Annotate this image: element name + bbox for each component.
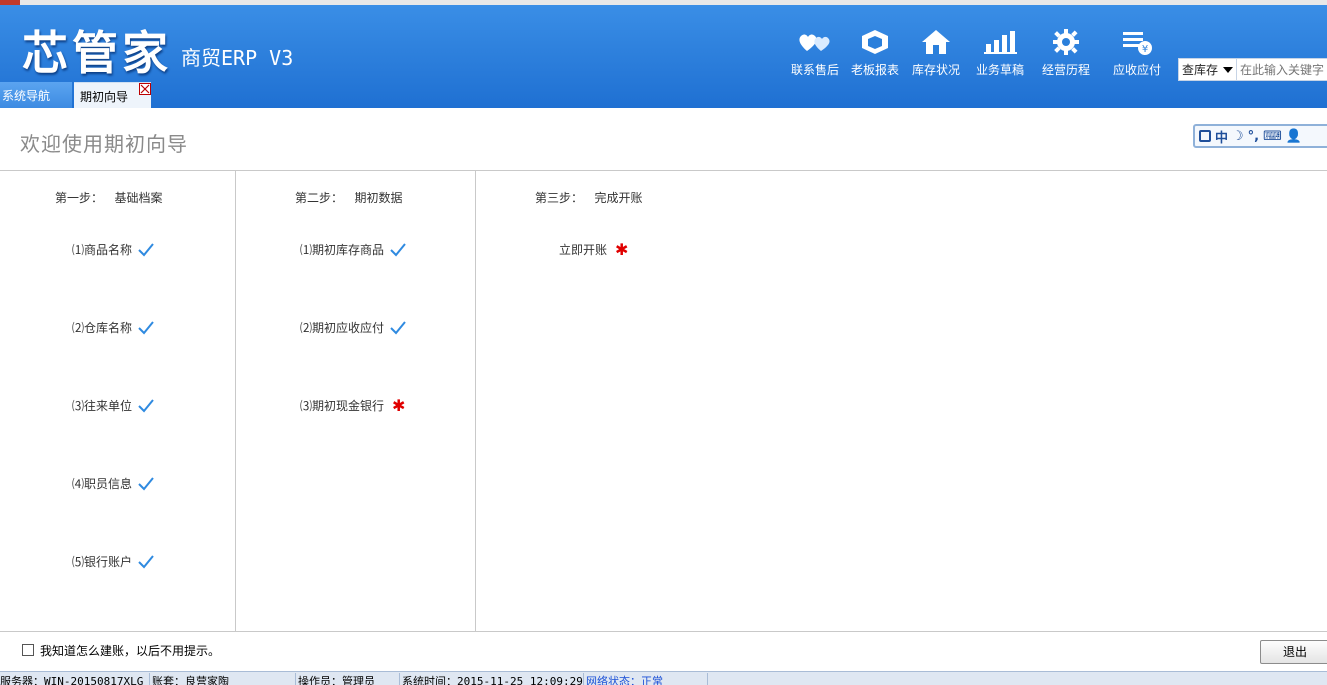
nav-boss-report[interactable]: 老板报表 <box>845 29 905 78</box>
step-two-title: 第二步： 期初数据 <box>295 191 403 205</box>
step-item-bank-accounts[interactable]: ⑸银行账户 <box>72 553 154 570</box>
step-item-label: ⑸银行账户 <box>72 555 133 569</box>
page-title: 欢迎使用期初向导 <box>20 132 188 156</box>
checkmark-icon <box>138 320 154 334</box>
nav-label: 经营历程 <box>1041 63 1090 77</box>
tab-system-navigation[interactable]: 系统导航 <box>0 82 72 108</box>
nav-inventory-status[interactable]: 库存状况 <box>906 29 966 78</box>
ime-logo-icon <box>1199 130 1211 142</box>
nav-business-drafts[interactable]: 业务草稿 <box>970 29 1030 78</box>
keyboard-icon: ⌨ <box>1263 128 1282 144</box>
status-network: 网络状态：正常 <box>586 673 708 685</box>
search-type-select[interactable]: 查库存 <box>1179 59 1237 80</box>
step-item-label: ⑷职员信息 <box>72 477 133 491</box>
app-subtitle: 商贸ERP V3 <box>181 46 294 70</box>
house-icon <box>922 30 950 54</box>
hearts-icon <box>799 34 830 51</box>
search-type-value: 查库存 <box>1182 63 1219 77</box>
required-asterisk-icon: ✱ <box>615 239 629 259</box>
step-item-label: ⑵仓库名称 <box>72 321 133 335</box>
nav-receivables-payables[interactable]: ¥ 应收应付 <box>1107 29 1167 78</box>
status-server: 服务器：WIN-20150817XLG <box>0 673 150 685</box>
step-item-opening-cash-bank[interactable]: ⑶期初现金银行 ✱ <box>300 397 405 414</box>
checkmark-icon <box>138 398 154 412</box>
step-item-label: 立即开账 <box>559 243 608 257</box>
ime-toolbar[interactable]: 中 ☽ °, ⌨ 👤 <box>1193 124 1327 148</box>
nav-label: 应收应付 <box>1112 63 1161 77</box>
step-item-staff-info[interactable]: ⑷职员信息 <box>72 475 154 492</box>
search-bar: 查库存 <box>1178 58 1327 81</box>
app-logo: 芯管家 <box>22 26 172 80</box>
checkmark-icon <box>390 320 406 334</box>
checkmark-icon <box>138 476 154 490</box>
close-tab-icon[interactable] <box>139 83 151 95</box>
status-bar: 服务器：WIN-20150817XLG 账套：良营家陶 操作员：管理员 系统时间… <box>0 671 1327 685</box>
nav-label: 联系售后 <box>790 63 839 77</box>
step-item-product-names[interactable]: ⑴商品名称 <box>72 241 154 258</box>
nav-label: 老板报表 <box>850 63 899 77</box>
status-account: 账套：良营家陶 <box>152 673 296 685</box>
step-item-label: ⑴商品名称 <box>72 243 133 257</box>
step-two-column: 第二步： 期初数据 ⑴期初库存商品 ⑵期初应收应付 ⑶期初现金银行 ✱ <box>236 171 476 631</box>
step-item-opening-receivables[interactable]: ⑵期初应收应付 <box>300 319 406 336</box>
ledger-icon: ¥ <box>1123 32 1152 55</box>
punctuation-icon: °, <box>1247 128 1260 144</box>
dont-show-again-checkbox[interactable] <box>22 644 34 656</box>
moon-icon: ☽ <box>1232 128 1244 144</box>
cube-icon <box>862 30 888 54</box>
step-one-title: 第一步： 基础档案 <box>55 191 163 205</box>
page-header: 欢迎使用期初向导 中 ☽ °, ⌨ 👤 <box>0 108 1327 171</box>
step-item-label: ⑴期初库存商品 <box>300 243 385 257</box>
required-asterisk-icon: ✱ <box>392 395 406 415</box>
footer-bar: 我知道怎么建账，以后不用提示。 退出 <box>0 631 1327 671</box>
exit-button[interactable]: 退出 <box>1260 640 1327 664</box>
gear-icon <box>1053 29 1079 55</box>
checkmark-icon <box>138 242 154 256</box>
step-item-warehouse-names[interactable]: ⑵仓库名称 <box>72 319 154 336</box>
dont-show-again-label: 我知道怎么建账，以后不用提示。 <box>40 644 221 658</box>
ime-language: 中 <box>1215 130 1229 146</box>
step-item-opening-inventory[interactable]: ⑴期初库存商品 <box>300 241 406 258</box>
step-three-title: 第三步： 完成开账 <box>535 191 643 205</box>
svg-text:¥: ¥ <box>1142 44 1148 55</box>
nav-label: 业务草稿 <box>975 63 1024 77</box>
bars-icon <box>984 31 1017 54</box>
search-input[interactable] <box>1237 59 1327 80</box>
step-item-label: ⑵期初应收应付 <box>300 321 385 335</box>
open-accounts-now-link[interactable]: 立即开账 ✱ <box>559 241 628 258</box>
checkmark-icon <box>138 554 154 568</box>
dropdown-arrow-icon <box>1223 67 1233 73</box>
nav-operation-history[interactable]: 经营历程 <box>1036 29 1096 78</box>
step-one-column: 第一步： 基础档案 ⑴商品名称 ⑵仓库名称 ⑶往来单位 ⑷职员信息 ⑸银行账户 <box>0 171 236 631</box>
step-three-column: 第三步： 完成开账 立即开账 ✱ <box>476 171 1327 631</box>
status-system-time: 系统时间：2015-11-25 12:09:29 <box>402 673 584 685</box>
nav-contact-support[interactable]: 联系售后 <box>785 29 845 78</box>
app-header: 芯管家 商贸ERP V3 联系售后 老板报表 库存状况 业务草稿 经营历程 ¥ … <box>0 5 1327 108</box>
status-operator: 操作员：管理员 <box>298 673 400 685</box>
user-icon: 👤 <box>1285 128 1303 144</box>
step-item-label: ⑶期初现金银行 <box>300 399 385 413</box>
nav-label: 库存状况 <box>911 63 960 77</box>
step-item-contacts[interactable]: ⑶往来单位 <box>72 397 154 414</box>
step-item-label: ⑶往来单位 <box>72 399 133 413</box>
checkmark-icon <box>390 242 406 256</box>
